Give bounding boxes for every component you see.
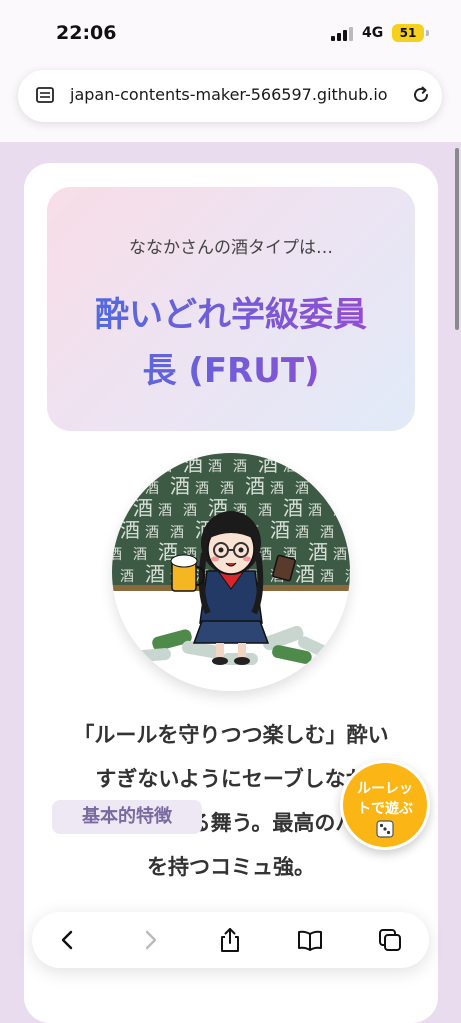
result-title-line1: 酔いどれ学級委員 bbox=[95, 295, 367, 335]
roulette-button[interactable]: ルーレッ トで遊ぶ bbox=[340, 760, 430, 850]
chevron-right-icon[interactable] bbox=[136, 926, 164, 954]
chalk-kanji: 酒 bbox=[308, 540, 328, 564]
description-line: 「ルールを守りつつ楽しむ」酔い bbox=[73, 723, 389, 747]
page-icon[interactable] bbox=[36, 86, 54, 104]
result-title-line2: 長 (FRUT) bbox=[142, 351, 320, 391]
dice-icon bbox=[376, 820, 394, 838]
chalk-kanji: 酒 bbox=[345, 518, 350, 542]
chalk-kanji: 酒 bbox=[333, 547, 347, 563]
signal-icon bbox=[331, 27, 355, 41]
battery-icon: 51 bbox=[392, 24, 424, 42]
character-illustration: 酒酒酒酒酒酒酒酒酒酒酒酒酒酒酒酒酒酒酒酒酒酒酒酒酒酒酒酒酒酒酒酒酒酒酒酒酒酒酒酒… bbox=[112, 453, 350, 691]
chalk-kanji: 酒 bbox=[170, 525, 184, 541]
url-text[interactable]: japan-contents-maker-566597.github.io bbox=[70, 85, 388, 104]
chalk-kanji: 酒 bbox=[295, 481, 309, 497]
chalk-kanji: 酒 bbox=[233, 459, 247, 475]
chalk-kanji: 酒 bbox=[345, 481, 350, 497]
chalk-kanji: 酒 bbox=[308, 459, 322, 475]
address-bar[interactable]: japan-contents-maker-566597.github.io bbox=[18, 70, 442, 122]
chalk-kanji: 酒 bbox=[245, 474, 265, 498]
chalk-kanji: 酒 bbox=[133, 547, 147, 563]
chalk-kanji: 酒 bbox=[145, 525, 159, 541]
chalk-kanji: 酒 bbox=[112, 503, 122, 519]
chalk-kanji: 酒 bbox=[158, 503, 172, 519]
chalk-kanji: 酒 bbox=[283, 459, 297, 475]
chalk-kanji: 酒 bbox=[183, 453, 203, 476]
result-title: 酔いどれ学級委員 長 (FRUT) bbox=[67, 287, 395, 399]
tabs-icon[interactable] bbox=[376, 926, 404, 954]
chalk-kanji: 酒 bbox=[133, 459, 147, 475]
browser-toolbar bbox=[32, 912, 429, 968]
result-subtitle: ななかさんの酒タイプは… bbox=[129, 238, 333, 258]
chalk-kanji: 酒 bbox=[133, 496, 153, 520]
chalk-kanji: 酒 bbox=[258, 453, 278, 476]
chalk-kanji: 酒 bbox=[320, 569, 334, 585]
chalk-kanji: 酒 bbox=[145, 562, 165, 586]
chalk-kanji: 酒 bbox=[170, 474, 190, 498]
chalk-kanji: 酒 bbox=[220, 481, 234, 497]
reload-icon[interactable] bbox=[410, 84, 432, 106]
status-bar: 22:06 4G 51 bbox=[0, 0, 461, 70]
chalk-kanji: 酒 bbox=[183, 503, 197, 519]
chalk-kanji: 酒 bbox=[295, 562, 315, 586]
chalk-kanji: 酒 bbox=[283, 496, 303, 520]
feature-section-heading: 基本的特徴 bbox=[52, 800, 202, 834]
result-card: ななかさんの酒タイプは… 酔いどれ学級委員 長 (FRUT) 酒酒酒酒酒酒酒酒酒… bbox=[24, 163, 438, 1023]
clock: 22:06 bbox=[56, 22, 117, 44]
chalk-kanji: 酒 bbox=[308, 503, 322, 519]
description-line: を持つコミュ強。 bbox=[147, 855, 315, 879]
chalk-kanji: 酒 bbox=[270, 481, 284, 497]
chalk-kanji: 酒 bbox=[258, 503, 272, 519]
chalk-kanji: 酒 bbox=[112, 453, 128, 476]
chalk-kanji: 酒 bbox=[270, 518, 290, 542]
roulette-label: ルーレッ トで遊ぶ bbox=[343, 779, 427, 819]
chalk-kanji: 酒 bbox=[208, 459, 222, 475]
network-label: 4G bbox=[362, 25, 384, 41]
chalk-kanji: 酒 bbox=[120, 481, 134, 497]
result-header: ななかさんの酒タイプは… 酔いどれ学級委員 長 (FRUT) bbox=[47, 187, 415, 431]
chalk-kanji: 酒 bbox=[120, 518, 140, 542]
character-image: 酒酒酒酒酒酒酒酒酒酒酒酒酒酒酒酒酒酒酒酒酒酒酒酒酒酒酒酒酒酒酒酒酒酒酒酒酒酒酒酒… bbox=[112, 453, 350, 691]
share-icon[interactable] bbox=[216, 926, 244, 954]
chalk-kanji: 酒 bbox=[345, 569, 350, 585]
chalk-kanji: 酒 bbox=[320, 474, 340, 498]
chalk-kanji: 酒 bbox=[195, 481, 209, 497]
book-icon[interactable] bbox=[296, 926, 324, 954]
chalk-kanji: 酒 bbox=[320, 525, 334, 541]
roulette-label-line2: トで遊ぶ bbox=[357, 801, 413, 817]
chalk-kanji: 酒 bbox=[333, 453, 350, 476]
roulette-label-line1: ルーレッ bbox=[357, 781, 413, 797]
chalk-kanji: 酒 bbox=[158, 459, 172, 475]
battery-tip bbox=[426, 30, 429, 36]
chalk-kanji: 酒 bbox=[120, 569, 134, 585]
chalk-kanji: 酒 bbox=[333, 503, 347, 519]
chalk-kanji: 酒 bbox=[112, 547, 122, 563]
chalk-kanji: 酒 bbox=[145, 481, 159, 497]
browser-header: japan-contents-maker-566597.github.io bbox=[0, 70, 461, 142]
scrollbar[interactable] bbox=[455, 148, 459, 330]
chevron-left-icon[interactable] bbox=[54, 926, 82, 954]
chalk-kanji: 酒 bbox=[295, 525, 309, 541]
